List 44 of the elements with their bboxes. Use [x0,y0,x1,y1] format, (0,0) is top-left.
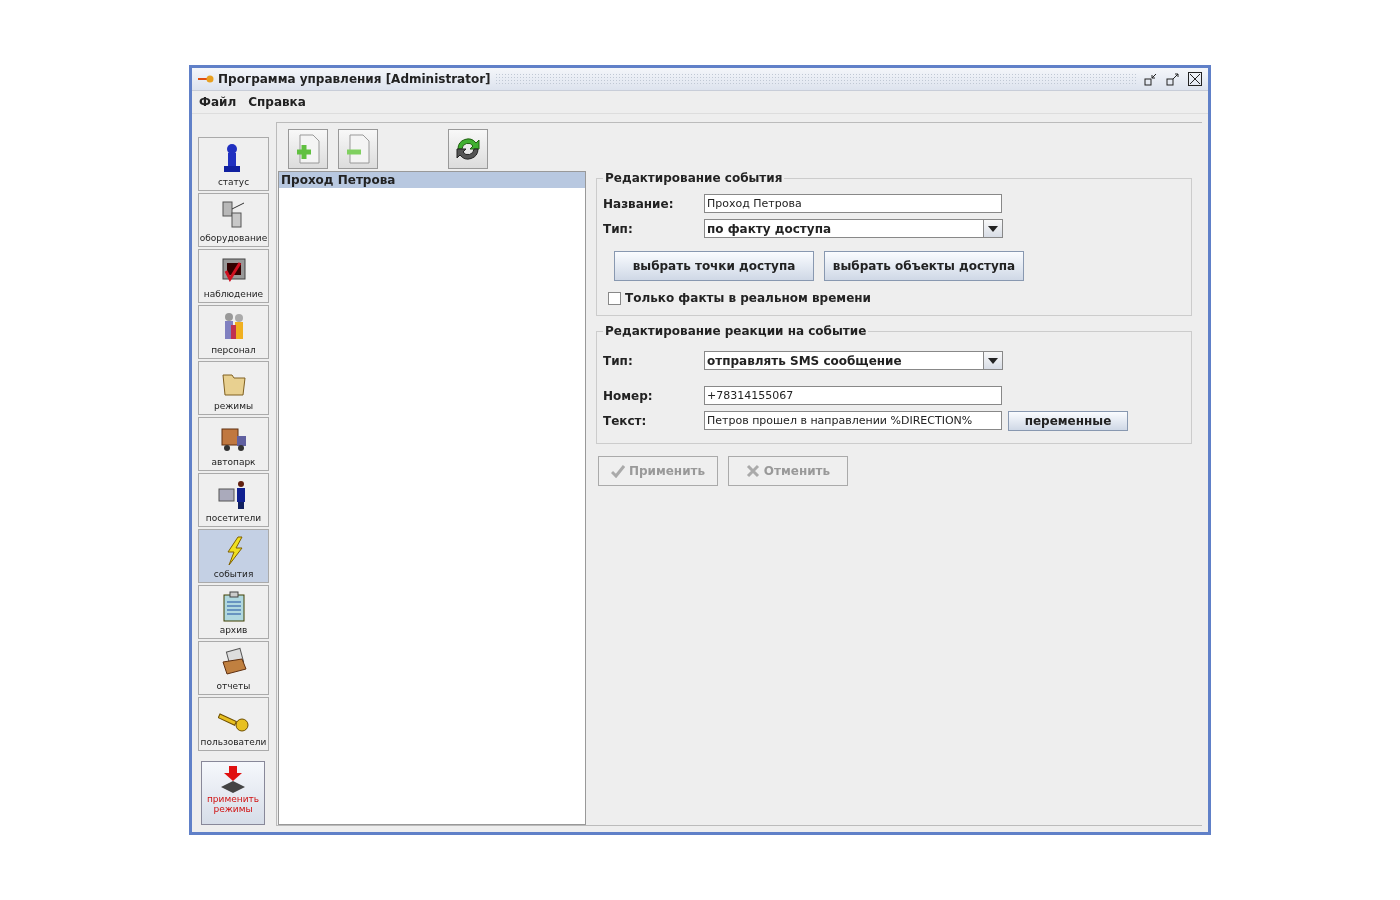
sidebar-button[interactable]: пользователи [198,697,269,751]
sidebar-button[interactable]: автопарк [198,417,269,471]
sidebar-button[interactable]: архив [198,585,269,639]
refresh-button[interactable] [448,129,488,169]
sidebar-button[interactable]: посетители [198,473,269,527]
remove-button[interactable] [338,129,378,169]
caret-icon [988,357,998,364]
variables-button[interactable]: переменные [1008,410,1128,431]
group-title: Редактирование реакции на событие [604,324,868,338]
field-label: Текст: [603,413,648,428]
sidebar-button[interactable]: статус [198,137,269,191]
apply-modes-button[interactable]: применить режимы [201,761,265,825]
select-button[interactable]: выбрать точки доступа [614,251,814,281]
check-icon [610,464,625,478]
select-button[interactable]: выбрать объекты доступа [824,251,1024,281]
type-dropdown[interactable]: по факту доступа [704,219,1003,238]
field-label: Тип: [603,221,634,236]
field-label: Номер: [603,388,654,403]
menu-item[interactable]: Файл [199,95,237,109]
menu-item[interactable]: Справка [248,95,306,109]
window-title: Программа управления [Administrator] [218,72,491,86]
key-icon [217,711,250,735]
key-icon [198,75,214,83]
field-label: Тип: [603,353,634,368]
sidebar-button[interactable]: события [198,529,269,583]
add-button[interactable] [288,129,328,169]
sidebar-button[interactable]: оборудование [198,193,269,247]
checkbox-label: Только факты в реальном времени [625,291,871,305]
text-field[interactable]: Петров прошел в направлении %DIRECTION% [704,411,1002,430]
cross-icon [745,464,760,478]
field-label: Название: [603,196,675,211]
list-item[interactable]: Проход Петрова [279,172,585,188]
sidebar-button[interactable]: режимы [198,361,269,415]
type-dropdown[interactable]: отправлять SMS сообщение [704,351,1003,370]
sidebar-button[interactable]: персонал [198,305,269,359]
maximize-button[interactable] [1164,72,1182,86]
sidebar-button[interactable]: наблюдение [198,249,269,303]
close-button[interactable] [1186,72,1204,86]
caret-icon [988,225,998,232]
name-field[interactable]: Проход Петрова [704,194,1002,213]
checkbox[interactable] [608,291,621,305]
number-field[interactable]: +78314155067 [704,386,1002,405]
group-title: Редактирование события [604,171,784,185]
sidebar-button[interactable]: отчеты [198,641,269,695]
